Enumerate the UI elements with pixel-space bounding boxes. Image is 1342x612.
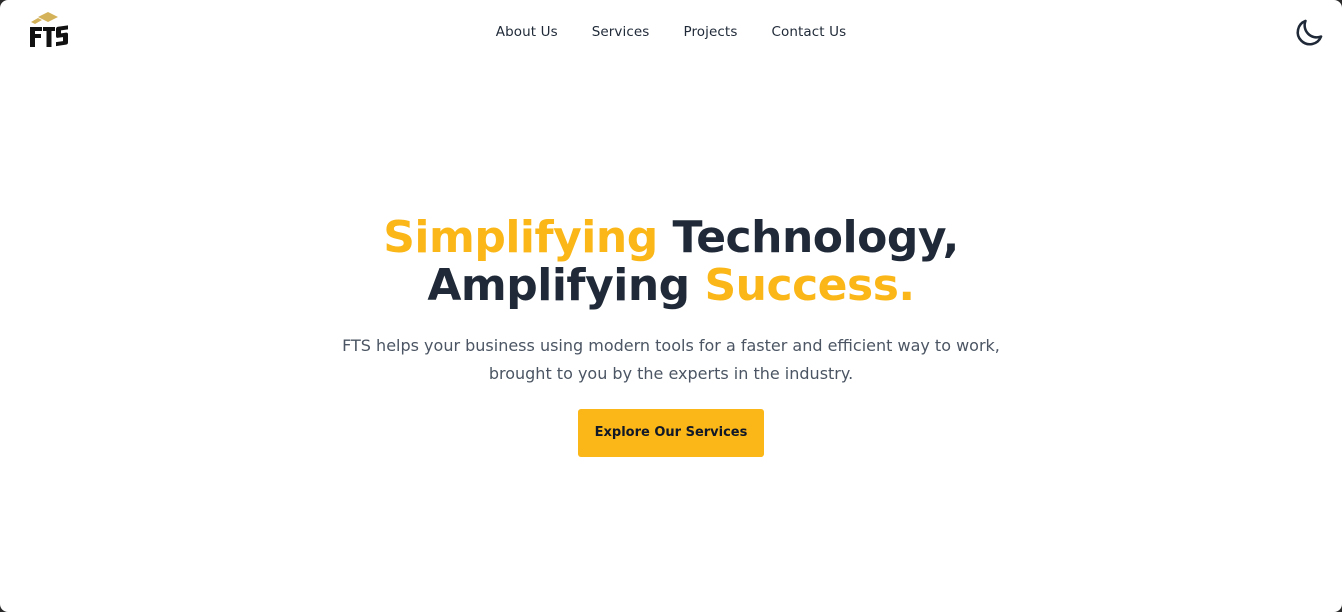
hero-title-line1-rest: Technology, (657, 212, 960, 263)
nav-contact-us[interactable]: Contact Us (754, 23, 863, 41)
theme-toggle-button[interactable] (1290, 14, 1328, 52)
moon-icon (1296, 19, 1323, 46)
main-nav: About Us Services Projects Contact Us (0, 23, 1342, 41)
hero-title: Simplifying Technology, Amplifying Succe… (0, 214, 1342, 310)
nav-services[interactable]: Services (575, 23, 667, 41)
nav-about-us[interactable]: About Us (479, 23, 575, 41)
hero-title-line2-start: Amplifying (427, 260, 705, 311)
hero-title-highlight-2: Success. (704, 260, 915, 311)
hero-title-highlight-1: Simplifying (383, 212, 658, 263)
site-header: About Us Services Projects Contact Us (0, 0, 1342, 64)
page: About Us Services Projects Contact Us Si… (0, 0, 1342, 612)
hero-section: Simplifying Technology, Amplifying Succe… (0, 214, 1342, 457)
nav-projects[interactable]: Projects (666, 23, 754, 41)
hero-subtitle-line2: brought to you by the experts in the ind… (488, 364, 854, 383)
hero-subtitle: FTS helps your business using modern too… (0, 332, 1342, 388)
explore-services-button[interactable]: Explore Our Services (577, 409, 765, 457)
hero-subtitle-line1: FTS helps your business using modern too… (342, 336, 1000, 355)
